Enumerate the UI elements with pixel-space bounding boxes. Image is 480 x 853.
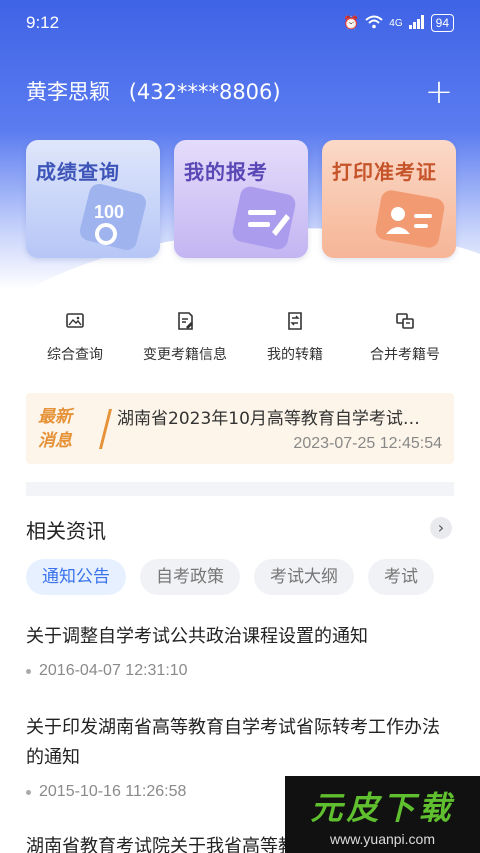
my-enrollment-card[interactable]: 我的报考: [174, 140, 308, 258]
latest-news-tag: 最新 消息: [38, 406, 72, 451]
tab-policy[interactable]: 自考政策: [140, 559, 240, 595]
tab-syllabus[interactable]: 考试大纲: [254, 559, 354, 595]
admission-card-icon: [375, 190, 445, 248]
svg-text:100: 100: [94, 202, 124, 222]
watermark-url: www.yuanpi.com: [329, 830, 436, 847]
quick-item-merge-registration[interactable]: 合并考籍号: [350, 310, 460, 364]
feature-cards: 成绩查询 100 我的报考 打印准考证: [26, 140, 456, 258]
score-100-icon: 100: [79, 183, 147, 251]
status-bar: 9:12 ⏰ 4G 94: [0, 0, 480, 46]
site-watermark: 元皮下载 www.yuanpi.com: [285, 776, 480, 853]
account-name: 黄李思颖: [26, 80, 110, 104]
quick-item-label: 我的转籍: [267, 347, 323, 363]
signal-icon: [408, 14, 425, 32]
transfer-doc-icon: [288, 312, 302, 330]
quick-actions: 综合查询 变更考籍信息 我的转籍 合并考籍号: [20, 310, 460, 364]
quick-item-label: 变更考籍信息: [143, 347, 227, 363]
latest-news-body: 湖南省2023年10月高等教育自学考试… 2023-07-25 12:45:54: [117, 404, 454, 453]
enroll-edit-icon: [232, 186, 296, 250]
wifi-icon: [365, 15, 383, 32]
news-title: 关于调整自学考试公共政治课程设置的通知: [26, 626, 368, 647]
news-tabs: 通知公告 自考政策 考试大纲 考试: [26, 559, 480, 595]
news-date: 2015-10-16 11:26:58: [39, 783, 187, 800]
network-label: 4G: [389, 17, 403, 29]
tab-notice[interactable]: 通知公告: [26, 559, 126, 595]
print-admission-card[interactable]: 打印准考证: [322, 140, 456, 258]
quick-item-label: 综合查询: [47, 347, 103, 363]
tag-divider: [99, 408, 112, 449]
quick-item-comprehensive-query[interactable]: 综合查询: [20, 310, 130, 364]
chevron-right-icon[interactable]: ›: [430, 517, 452, 539]
quick-item-change-registration[interactable]: 变更考籍信息: [130, 310, 240, 364]
edit-doc-icon: [178, 312, 193, 330]
status-time: 9:12: [26, 13, 60, 32]
score-query-card[interactable]: 成绩查询 100: [26, 140, 160, 258]
latest-news-title: 湖南省2023年10月高等教育自学考试…: [117, 409, 420, 429]
latest-news-banner[interactable]: 最新 消息 湖南省2023年10月高等教育自学考试… 2023-07-25 12…: [26, 393, 454, 464]
latest-news-date: 2023-07-25 12:45:54: [293, 435, 442, 452]
status-icons: ⏰ 4G 94: [343, 14, 454, 32]
battery-level: 94: [430, 14, 454, 32]
watermark-title: 元皮下载: [310, 788, 455, 827]
account-info: 黄李思颖 (432****8806): [26, 76, 281, 106]
add-account-button[interactable]: +: [424, 74, 454, 110]
image-icon: [66, 313, 84, 328]
section-divider: [26, 482, 454, 496]
tab-exam[interactable]: 考试: [368, 559, 434, 595]
news-date-row: 2016-04-07 12:31:10: [26, 662, 456, 680]
quick-item-label: 合并考籍号: [370, 347, 440, 363]
quick-item-my-transfer[interactable]: 我的转籍: [240, 310, 350, 364]
bullet-dot: [26, 668, 31, 674]
alarm-icon: ⏰: [343, 15, 360, 30]
section-title: 相关资讯: [26, 519, 106, 543]
list-item[interactable]: 关于调整自学考试公共政治课程设置的通知 2016-04-07 12:31:10: [26, 622, 456, 680]
news-date: 2016-04-07 12:31:10: [39, 662, 188, 679]
account-id: (432****8806): [128, 80, 281, 104]
news-title: 关于印发湖南省高等教育自学考试省际转考工作办法的通知: [26, 717, 440, 768]
bullet-dot: [26, 789, 31, 795]
merge-icon: [396, 313, 414, 329]
